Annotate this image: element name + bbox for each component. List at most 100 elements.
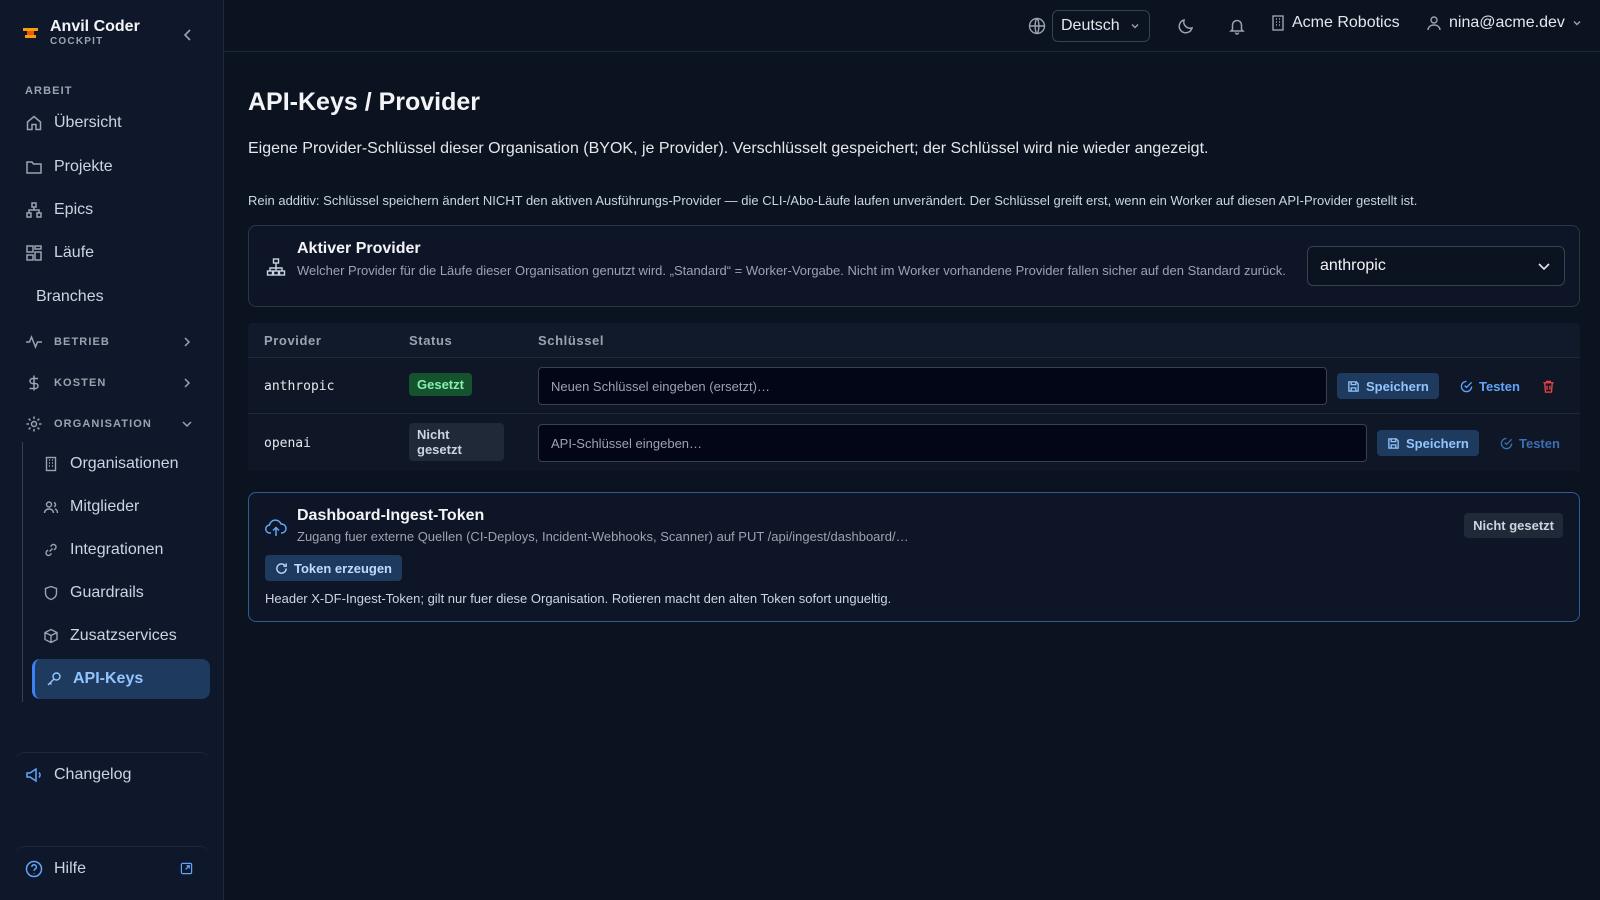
chevron-right-icon <box>180 335 194 349</box>
trash-icon <box>1540 378 1556 394</box>
save-label: Speichern <box>1406 435 1469 451</box>
sidebar-item-label: Integrationen <box>70 541 164 558</box>
sidebar-item-label: Epics <box>54 201 94 218</box>
bell-icon[interactable] <box>1227 16 1247 36</box>
column-header-provider: Provider <box>264 332 322 348</box>
test-label: Testen <box>1519 435 1560 451</box>
ingest-token-hint: Header X-DF-Ingest-Token; gilt nur fuer … <box>265 591 892 606</box>
sidebar-item-label: Zusatzservices <box>70 627 177 644</box>
shield-icon <box>42 584 60 602</box>
sidebar-item-organizations[interactable]: Organisationen <box>32 444 210 484</box>
generate-token-label: Token erzeugen <box>294 560 393 576</box>
page-note: Rein additiv: Schlüssel speichern ändert… <box>248 193 1418 208</box>
chevron-down-icon <box>1536 258 1552 274</box>
organization-switcher[interactable]: Acme Robotics <box>1270 14 1400 32</box>
user-email: nina@acme.dev <box>1449 14 1565 31</box>
building-icon <box>42 455 60 473</box>
sidebar-item-label: Übersicht <box>54 114 122 131</box>
network-icon <box>265 256 287 278</box>
sidebar-item-overview[interactable]: Übersicht <box>16 104 210 142</box>
moon-icon[interactable] <box>1176 16 1196 36</box>
link-icon <box>42 541 60 559</box>
sidebar-item-runs[interactable]: Läufe <box>16 234 210 272</box>
submenu-guide-line <box>22 442 23 702</box>
api-key-input[interactable] <box>538 367 1327 405</box>
sidebar-item-branches[interactable]: Branches <box>16 278 210 316</box>
api-key-input[interactable] <box>538 424 1367 462</box>
external-link-icon <box>176 859 196 879</box>
save-button[interactable]: Speichern <box>1377 430 1479 456</box>
user-menu[interactable]: nina@acme.dev <box>1425 14 1583 32</box>
sidebar-item-projects[interactable]: Projekte <box>16 148 210 186</box>
language-value: Deutsch <box>1061 17 1120 34</box>
sidebar: Anvil Coder COCKPIT ARBEIT Übersicht Pro… <box>0 0 224 900</box>
app-subtitle: COCKPIT <box>50 36 104 47</box>
chevron-right-icon <box>180 376 194 390</box>
home-icon <box>24 113 44 133</box>
status-badge: Nicht gesetzt <box>1464 513 1563 538</box>
test-button[interactable]: Testen <box>1460 373 1520 399</box>
anvil-logo-icon <box>22 24 40 42</box>
active-provider-title: Aktiver Provider <box>297 240 421 257</box>
brand[interactable]: Anvil Coder COCKPIT <box>22 18 140 48</box>
organization-name: Acme Robotics <box>1292 14 1400 31</box>
sidebar-item-label: Hilfe <box>54 859 87 877</box>
delete-button[interactable] <box>1540 378 1556 394</box>
active-provider-card: Aktiver Provider Welcher Provider für di… <box>248 225 1580 307</box>
table-row: openai Nicht gesetzt Speichern Testen <box>248 413 1580 471</box>
users-icon <box>42 498 60 516</box>
user-icon <box>1425 14 1443 32</box>
sidebar-group-organization[interactable]: ORGANISATION <box>16 407 210 441</box>
test-button[interactable]: Testen <box>1500 430 1560 456</box>
provider-name: anthropic <box>264 379 335 394</box>
column-header-status: Status <box>409 332 453 348</box>
check-circle-icon <box>1460 380 1473 393</box>
building-icon <box>1270 14 1286 32</box>
app-name: Anvil Coder <box>50 18 140 35</box>
sidebar-group-label: BETRIEB <box>54 336 110 348</box>
ingest-token-description: Zugang fuer externe Quellen (CI-Deploys,… <box>297 529 909 544</box>
globe-icon <box>1028 17 1046 35</box>
sidebar-group-label: ORGANISATION <box>54 418 152 430</box>
sidebar-item-changelog[interactable]: Changelog <box>15 752 210 796</box>
chevron-down-icon <box>180 417 194 431</box>
sidebar-item-epics[interactable]: Epics <box>16 191 210 229</box>
sidebar-item-api-keys[interactable]: API-Keys <box>32 659 210 699</box>
sidebar-item-guardrails[interactable]: Guardrails <box>32 573 210 613</box>
gear-icon <box>24 414 44 434</box>
test-label: Testen <box>1479 378 1520 394</box>
grid-icon <box>24 243 44 263</box>
sidebar-item-integrations[interactable]: Integrationen <box>32 530 210 570</box>
sidebar-item-label: Changelog <box>54 765 132 783</box>
sidebar-item-label: Projekte <box>54 158 113 175</box>
status-badge: Gesetzt <box>409 373 472 396</box>
key-icon <box>45 670 63 688</box>
sidebar-group-operations[interactable]: BETRIEB <box>16 325 210 359</box>
megaphone-icon <box>24 765 44 785</box>
help-circle-icon <box>24 859 44 879</box>
sidebar-item-label: Mitglieder <box>70 498 140 515</box>
sidebar-item-members[interactable]: Mitglieder <box>32 487 210 527</box>
dollar-icon <box>24 373 44 393</box>
save-button[interactable]: Speichern <box>1337 373 1439 399</box>
provider-select[interactable]: anthropic <box>1307 246 1565 286</box>
sidebar-item-addons[interactable]: Zusatzservices <box>32 616 210 656</box>
section-label-work: ARBEIT <box>25 85 73 97</box>
table-row: anthropic Gesetzt Speichern Testen <box>248 357 1580 413</box>
sidebar-group-label: KOSTEN <box>54 377 107 389</box>
status-badge: Nicht gesetzt <box>409 423 504 461</box>
refresh-icon <box>275 562 288 575</box>
sidebar-item-help[interactable]: Hilfe <box>15 846 210 890</box>
chevron-down-icon <box>1571 17 1583 29</box>
active-provider-description: Welcher Provider für die Läufe dieser Or… <box>297 263 1286 278</box>
column-header-key: Schlüssel <box>538 332 605 348</box>
sidebar-item-label: Guardrails <box>70 584 144 601</box>
sidebar-item-label: API-Keys <box>73 670 144 687</box>
language-select[interactable]: Deutsch <box>1052 10 1150 42</box>
sidebar-item-label: Organisationen <box>70 455 179 472</box>
generate-token-button[interactable]: Token erzeugen <box>265 555 403 581</box>
chevron-left-icon[interactable] <box>180 27 196 43</box>
save-label: Speichern <box>1366 378 1429 394</box>
sidebar-group-costs[interactable]: KOSTEN <box>16 366 210 400</box>
ingest-token-card: Dashboard-Ingest-Token Zugang fuer exter… <box>248 492 1580 622</box>
